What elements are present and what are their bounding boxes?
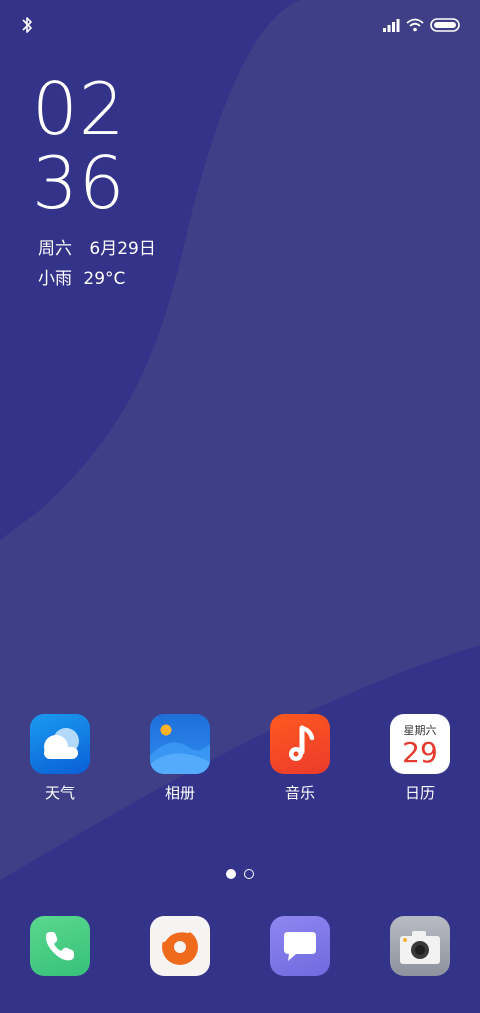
app-music[interactable]: 音乐 [260,714,340,803]
status-icons [382,16,460,34]
bluetooth-icon [22,17,32,33]
signal-icon [383,19,400,32]
weather-line[interactable]: 小雨 29°C [38,264,125,289]
page-dot-1[interactable] [226,869,236,879]
phone-icon [45,932,74,961]
clock-minutes: 36 [32,141,126,225]
weather-temperature: 29°C [83,269,126,289]
app-weather[interactable]: 天气 [20,714,100,803]
dock-messages[interactable] [270,916,330,976]
battery-icon [430,18,460,32]
camera-icon [400,931,440,964]
browser-icon [162,928,198,965]
messages-icon [284,932,316,961]
app-label-calendar: 日历 [404,784,435,802]
wifi-icon [406,18,424,32]
app-calendar[interactable]: 星期六 29 日历 [380,714,460,803]
weather-icon [30,714,90,774]
weekday-text: 周六 [38,239,72,259]
app-label-gallery: 相册 [164,784,195,802]
clock-widget[interactable]: 02 36 [32,72,126,220]
weather-condition: 小雨 [38,269,72,289]
page-dot-2[interactable] [244,869,254,879]
dock-camera[interactable] [390,916,450,976]
date-text: 6月29日 [89,239,156,259]
gallery-icon [150,714,210,774]
date-line: 周六 6月29日 [38,234,156,259]
page-indicator[interactable] [0,869,480,879]
music-icon [270,714,330,774]
dock-phone[interactable] [30,916,90,976]
app-label-music: 音乐 [284,784,315,802]
calendar-day: 29 [402,736,438,769]
dock-browser[interactable] [150,916,210,976]
clock-hours: 02 [32,67,126,151]
app-label-weather: 天气 [44,784,75,802]
status-bar [0,0,480,52]
app-gallery[interactable]: 相册 [140,714,220,803]
calendar-icon: 星期六 29 [390,714,450,774]
